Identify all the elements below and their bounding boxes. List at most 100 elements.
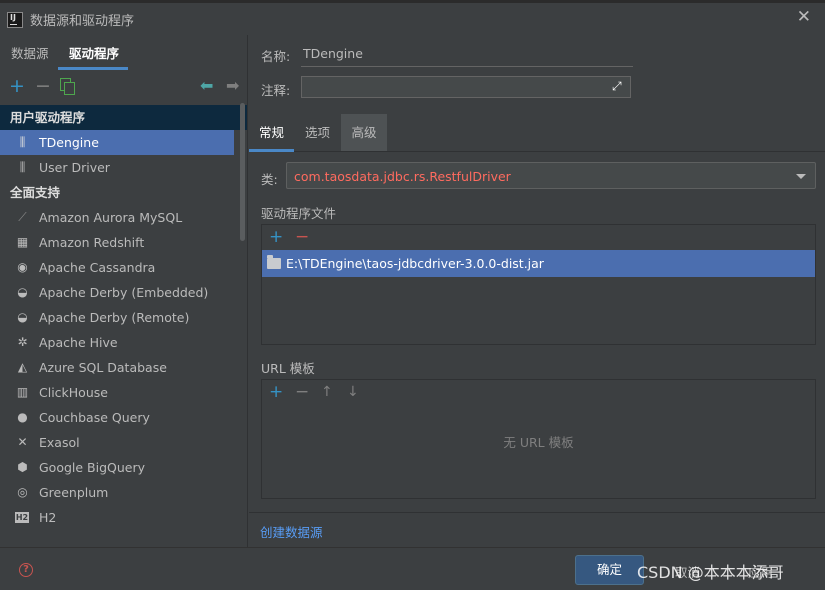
driver-item-bigquery[interactable]: ⬢ Google BigQuery <box>0 455 234 480</box>
left-panel: 数据源 驱动程序 + − ⬅ ➡ 用户驱动程序 ⫼ TDengine ⫼ Use… <box>0 35 248 547</box>
right-panel: 名称: TDengine 注释: ⤢ 常规 选项 高级 类: com.taosd… <box>249 35 825 547</box>
greenplum-icon: ◎ <box>17 485 28 499</box>
driver-item-user-driver[interactable]: ⫼ User Driver <box>0 155 234 180</box>
tab-options[interactable]: 选项 <box>295 114 340 151</box>
name-field[interactable]: TDengine <box>303 46 363 61</box>
driver-item-label: Apache Hive <box>39 335 118 350</box>
driver-item-greenplum[interactable]: ◎ Greenplum <box>0 480 234 505</box>
driver-files-title: 驱动程序文件 <box>261 206 337 221</box>
tab-advanced[interactable]: 高级 <box>341 114 387 151</box>
comment-input[interactable]: ⤢ <box>301 76 631 98</box>
driver-item-label: Apache Cassandra <box>39 260 156 275</box>
name-label: 名称: <box>261 49 291 64</box>
driver-files-toolbar: + − <box>262 225 815 250</box>
section-user-drivers: 用户驱动程序 <box>0 105 247 130</box>
exasol-icon: ✕ <box>17 435 28 449</box>
driver-item-derby-embedded[interactable]: ◒ Apache Derby (Embedded) <box>0 280 234 305</box>
window-title: 数据源和驱动程序 <box>30 14 135 29</box>
driver-item-azure[interactable]: ◭ Azure SQL Database <box>0 355 234 380</box>
class-dropdown[interactable]: com.taosdata.jdbc.rs.RestfulDriver <box>286 162 816 189</box>
chevron-down-icon <box>796 174 806 179</box>
name-field-underline <box>301 66 633 67</box>
redshift-icon: ▦ <box>16 235 29 249</box>
add-icon[interactable]: + <box>9 77 25 96</box>
driver-item-label: ClickHouse <box>39 385 108 400</box>
driver-item-aurora[interactable]: ⟋ Amazon Aurora MySQL <box>0 205 234 230</box>
driver-item-h2[interactable]: H2 H2 <box>0 505 234 530</box>
driver-icon: ⫼ <box>19 160 26 174</box>
dialog-footer: ? 确定 取消 应用 CSDN @本本本添哥 <box>0 547 825 590</box>
h2-icon: H2 <box>15 512 29 523</box>
add-icon[interactable]: + <box>269 382 283 402</box>
remove-icon[interactable]: − <box>295 227 309 247</box>
watermark-text: CSDN @本本本添哥 <box>637 563 784 582</box>
driver-files-list: + − E:\TDEngine\taos-jdbcdriver-3.0.0-di… <box>261 224 816 345</box>
class-label: 类: <box>261 172 278 187</box>
driver-item-tdengine[interactable]: ⫼ TDengine <box>0 130 234 155</box>
url-templates-toolbar: + − ↑ ↓ <box>262 380 815 404</box>
help-icon[interactable]: ? <box>19 563 33 577</box>
url-templates-list: + − ↑ ↓ 无 URL 模板 <box>261 379 816 499</box>
file-path: E:\TDEngine\taos-jdbcdriver-3.0.0-dist.j… <box>286 256 544 271</box>
tab-datasources[interactable]: 数据源 <box>11 43 49 62</box>
divider <box>249 512 825 513</box>
bigquery-icon: ⬢ <box>17 460 28 474</box>
driver-item-clickhouse[interactable]: ▥ ClickHouse <box>0 380 234 405</box>
driver-item-label: Amazon Redshift <box>39 235 145 250</box>
move-down-icon[interactable]: ↓ <box>347 382 359 402</box>
driver-item-label: H2 <box>39 510 57 525</box>
class-value: com.taosdata.jdbc.rs.RestfulDriver <box>294 169 511 184</box>
move-up-icon[interactable]: ↑ <box>321 382 333 402</box>
duplicate-icon[interactable] <box>60 78 75 95</box>
remove-icon[interactable]: − <box>295 382 309 402</box>
active-tab-indicator <box>249 149 294 152</box>
aurora-icon: ⟋ <box>18 210 27 224</box>
file-row[interactable]: E:\TDEngine\taos-jdbcdriver-3.0.0-dist.j… <box>262 250 815 277</box>
derby-icon: ◒ <box>17 285 28 299</box>
active-tab-indicator <box>58 67 128 70</box>
driver-tree: 用户驱动程序 ⫼ TDengine ⫼ User Driver 全面支持 ⟋ A… <box>0 105 247 530</box>
url-templates-empty: 无 URL 模板 <box>503 435 574 450</box>
title-bar: 数据源和驱动程序 ✕ <box>0 0 825 35</box>
driver-item-hive[interactable]: ✲ Apache Hive <box>0 330 234 355</box>
left-scrollbar[interactable] <box>240 103 245 241</box>
back-arrow-icon[interactable]: ⬅ <box>200 77 213 95</box>
clickhouse-icon: ▥ <box>16 385 29 399</box>
driver-item-label: Apache Derby (Remote) <box>39 310 190 325</box>
driver-item-label: Greenplum <box>39 485 109 500</box>
driver-item-derby-remote[interactable]: ◒ Apache Derby (Remote) <box>0 305 234 330</box>
driver-item-label: User Driver <box>39 160 110 175</box>
driver-icon: ⫼ <box>19 135 26 149</box>
add-icon[interactable]: + <box>269 227 283 247</box>
close-icon[interactable]: ✕ <box>797 7 811 27</box>
ok-button[interactable]: 确定 <box>575 555 644 585</box>
driver-item-label: Google BigQuery <box>39 460 146 475</box>
driver-item-label: Apache Derby (Embedded) <box>39 285 209 300</box>
settings-tabs: 常规 选项 高级 <box>249 114 825 152</box>
create-datasource-link[interactable]: 创建数据源 <box>260 522 323 541</box>
cassandra-icon: ◉ <box>17 260 28 274</box>
forward-arrow-icon[interactable]: ➡ <box>226 77 239 95</box>
driver-item-cassandra[interactable]: ◉ Apache Cassandra <box>0 255 234 280</box>
tab-drivers[interactable]: 驱动程序 <box>69 43 119 62</box>
expand-icon[interactable]: ⤢ <box>612 80 625 93</box>
driver-item-redshift[interactable]: ▦ Amazon Redshift <box>0 230 234 255</box>
driver-item-label: Azure SQL Database <box>39 360 167 375</box>
driver-item-couchbase[interactable]: ● Couchbase Query <box>0 405 234 430</box>
driver-item-exasol[interactable]: ✕ Exasol <box>0 430 234 455</box>
remove-icon[interactable]: − <box>35 77 51 96</box>
folder-icon <box>267 255 281 269</box>
url-templates-title: URL 模板 <box>261 361 315 376</box>
tab-general[interactable]: 常规 <box>249 114 294 151</box>
derby-icon: ◒ <box>17 310 28 324</box>
comment-label: 注释: <box>261 83 291 98</box>
hive-icon: ✲ <box>17 335 28 349</box>
couchbase-icon: ● <box>17 410 28 424</box>
driver-item-label: Couchbase Query <box>39 410 150 425</box>
intellij-app-icon <box>7 12 23 28</box>
section-full-support: 全面支持 <box>10 185 61 200</box>
left-tabs: 数据源 驱动程序 <box>0 35 247 70</box>
azure-icon: ◭ <box>17 360 28 374</box>
driver-item-label: Exasol <box>39 435 80 450</box>
left-toolbar: + − ⬅ ➡ <box>0 71 247 103</box>
